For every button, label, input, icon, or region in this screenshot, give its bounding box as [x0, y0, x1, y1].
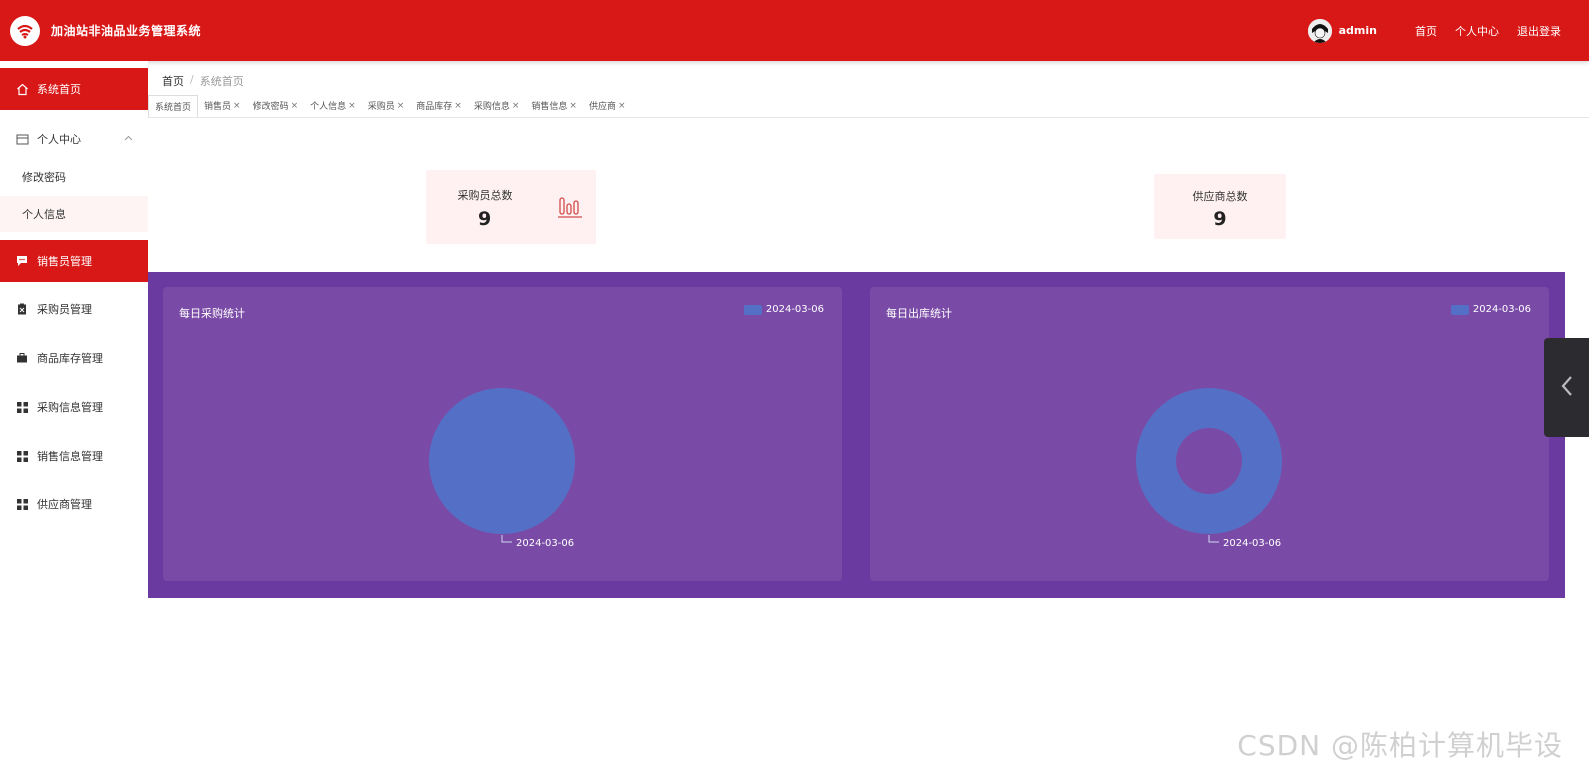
clipboard-icon — [15, 302, 29, 316]
sidebar-item-sales-info[interactable]: 销售信息管理 — [0, 435, 148, 477]
sidebar-item-supplier[interactable]: 供应商管理 — [0, 483, 148, 525]
side-collapse-handle[interactable] — [1544, 338, 1589, 437]
sidebar-item-label: 供应商管理 — [37, 498, 92, 511]
sidebar-item-inventory[interactable]: 商品库存管理 — [0, 337, 148, 379]
bar-chart-icon — [558, 195, 582, 223]
sidebar-item-label: 销售信息管理 — [37, 450, 103, 463]
sidebar-item-purchase-info[interactable]: 采购信息管理 — [0, 386, 148, 428]
tab-label: 销售信息 — [531, 102, 568, 112]
grid-icon — [15, 449, 29, 463]
header-link-profile[interactable]: 个人中心 — [1455, 23, 1499, 39]
pie-slice[interactable] — [1136, 388, 1282, 534]
pie-slice[interactable] — [429, 388, 575, 534]
close-icon[interactable]: × — [569, 101, 577, 111]
close-icon[interactable]: × — [291, 101, 299, 111]
sidebar-subitem-personal-info[interactable]: 个人信息 — [0, 196, 148, 232]
home-icon — [15, 82, 29, 96]
tab-label: 修改密码 — [252, 102, 289, 112]
stat-label: 采购员总数 — [457, 189, 513, 202]
breadcrumb-home[interactable]: 首页 — [162, 73, 184, 89]
close-icon[interactable]: × — [348, 101, 356, 111]
watermark: CSDN @陈柏计算机毕设 — [1237, 729, 1563, 762]
sidebar-item-label: 商品库存管理 — [37, 352, 103, 365]
sidebar-subitem-change-password[interactable]: 修改密码 — [0, 159, 148, 195]
sidebar-item-purchaser[interactable]: 采购员管理 — [0, 288, 148, 330]
label-leader-line — [501, 535, 512, 543]
tab-label: 采购员 — [367, 102, 395, 112]
username[interactable]: admin — [1339, 24, 1377, 37]
tab-personal-info[interactable]: 个人信息 × — [304, 95, 362, 117]
tab-label: 采购信息 — [473, 102, 510, 112]
tab-label: 商品库存 — [416, 102, 453, 112]
tab-label: 系统首页 — [155, 102, 192, 113]
profile-card-icon — [15, 132, 29, 146]
tab-bar: 系统首页 销售员 × 修改密码 × 个人信息 × 采购员 × 商品库存 × 采购信息 × 销… — [148, 94, 1589, 118]
close-icon[interactable]: × — [233, 101, 241, 111]
tab-salesperson[interactable]: 销售员 × — [198, 95, 247, 117]
logo-icon — [10, 15, 40, 46]
close-icon[interactable]: × — [454, 101, 462, 111]
tab-purchaser[interactable]: 采购员 × — [362, 95, 411, 117]
grid-icon — [15, 497, 29, 511]
tab-change-password[interactable]: 修改密码 × — [247, 95, 305, 117]
avatar[interactable] — [1307, 18, 1332, 43]
top-header: 加油站非油品业务管理系统 admin 首页 个人中心 退出登录 — [0, 0, 1589, 61]
pie-slice-label: 2024-03-06 — [516, 538, 574, 549]
stat-label: 供应商总数 — [1192, 190, 1248, 203]
sidebar-item-label: 个人中心 — [37, 133, 81, 146]
sidebar-item-label: 销售员管理 — [37, 255, 92, 268]
close-icon[interactable]: × — [397, 101, 405, 111]
tab-inventory[interactable]: 商品库存 × — [410, 95, 468, 117]
pie-chart-outbound: 2024-03-06 — [1136, 388, 1282, 549]
pie-chart-purchase: 2024-03-06 — [429, 388, 575, 549]
sidebar-item-label: 系统首页 — [37, 83, 81, 96]
tab-supplier[interactable]: 供应商 × — [583, 95, 632, 117]
stat-card-suppliers: 供应商总数 9 — [1154, 174, 1286, 239]
stat-card-purchasers: 采购员总数 9 — [426, 170, 596, 244]
tab-sales-info[interactable]: 销售信息 × — [525, 95, 583, 117]
chart-panel-purchase: 每日采购统计 2024-03-06 2024-03-06 — [163, 287, 842, 581]
sidebar-item-label: 采购信息管理 — [37, 401, 103, 414]
header-link-logout[interactable]: 退出登录 — [1517, 23, 1561, 39]
close-icon[interactable]: × — [512, 101, 520, 111]
tab-label: 个人信息 — [310, 102, 347, 112]
close-icon[interactable]: × — [618, 101, 626, 111]
sidebar-item-label: 采购员管理 — [37, 303, 92, 316]
sidebar: 系统首页 个人中心 修改密码 个人信息 销售员管理 采购员管理 商品库存管理 采… — [0, 61, 148, 781]
pie-slice-label: 2024-03-06 — [1223, 538, 1281, 549]
app-title: 加油站非油品业务管理系统 — [51, 24, 202, 38]
sidebar-item-home[interactable]: 系统首页 — [0, 68, 148, 110]
tab-label: 供应商 — [588, 102, 616, 112]
stat-value: 9 — [1213, 208, 1227, 230]
grid-icon — [15, 400, 29, 414]
sidebar-item-salesperson[interactable]: 销售员管理 — [0, 240, 148, 282]
tab-purchase-info[interactable]: 采购信息 × — [468, 95, 526, 117]
chevron-up-icon — [124, 133, 133, 146]
breadcrumb-separator: / — [190, 73, 194, 86]
tab-system-home[interactable]: 系统首页 — [148, 94, 199, 117]
chart-panel-outbound: 每日出库统计 2024-03-06 2024-03-06 — [870, 287, 1549, 581]
chevron-left-icon — [1560, 374, 1574, 402]
tab-label: 销售员 — [204, 102, 232, 112]
chat-icon — [15, 254, 29, 268]
header-user-area: admin 首页 个人中心 退出登录 — [1307, 0, 1561, 61]
breadcrumb: 首页 / 系统首页 — [162, 73, 244, 89]
breadcrumb-current: 系统首页 — [199, 75, 244, 88]
label-leader-line — [1208, 535, 1219, 543]
header-link-home[interactable]: 首页 — [1415, 23, 1437, 39]
stat-value: 9 — [478, 208, 492, 230]
sidebar-item-personal-center[interactable]: 个人中心 — [0, 118, 148, 160]
briefcase-icon — [15, 351, 29, 365]
